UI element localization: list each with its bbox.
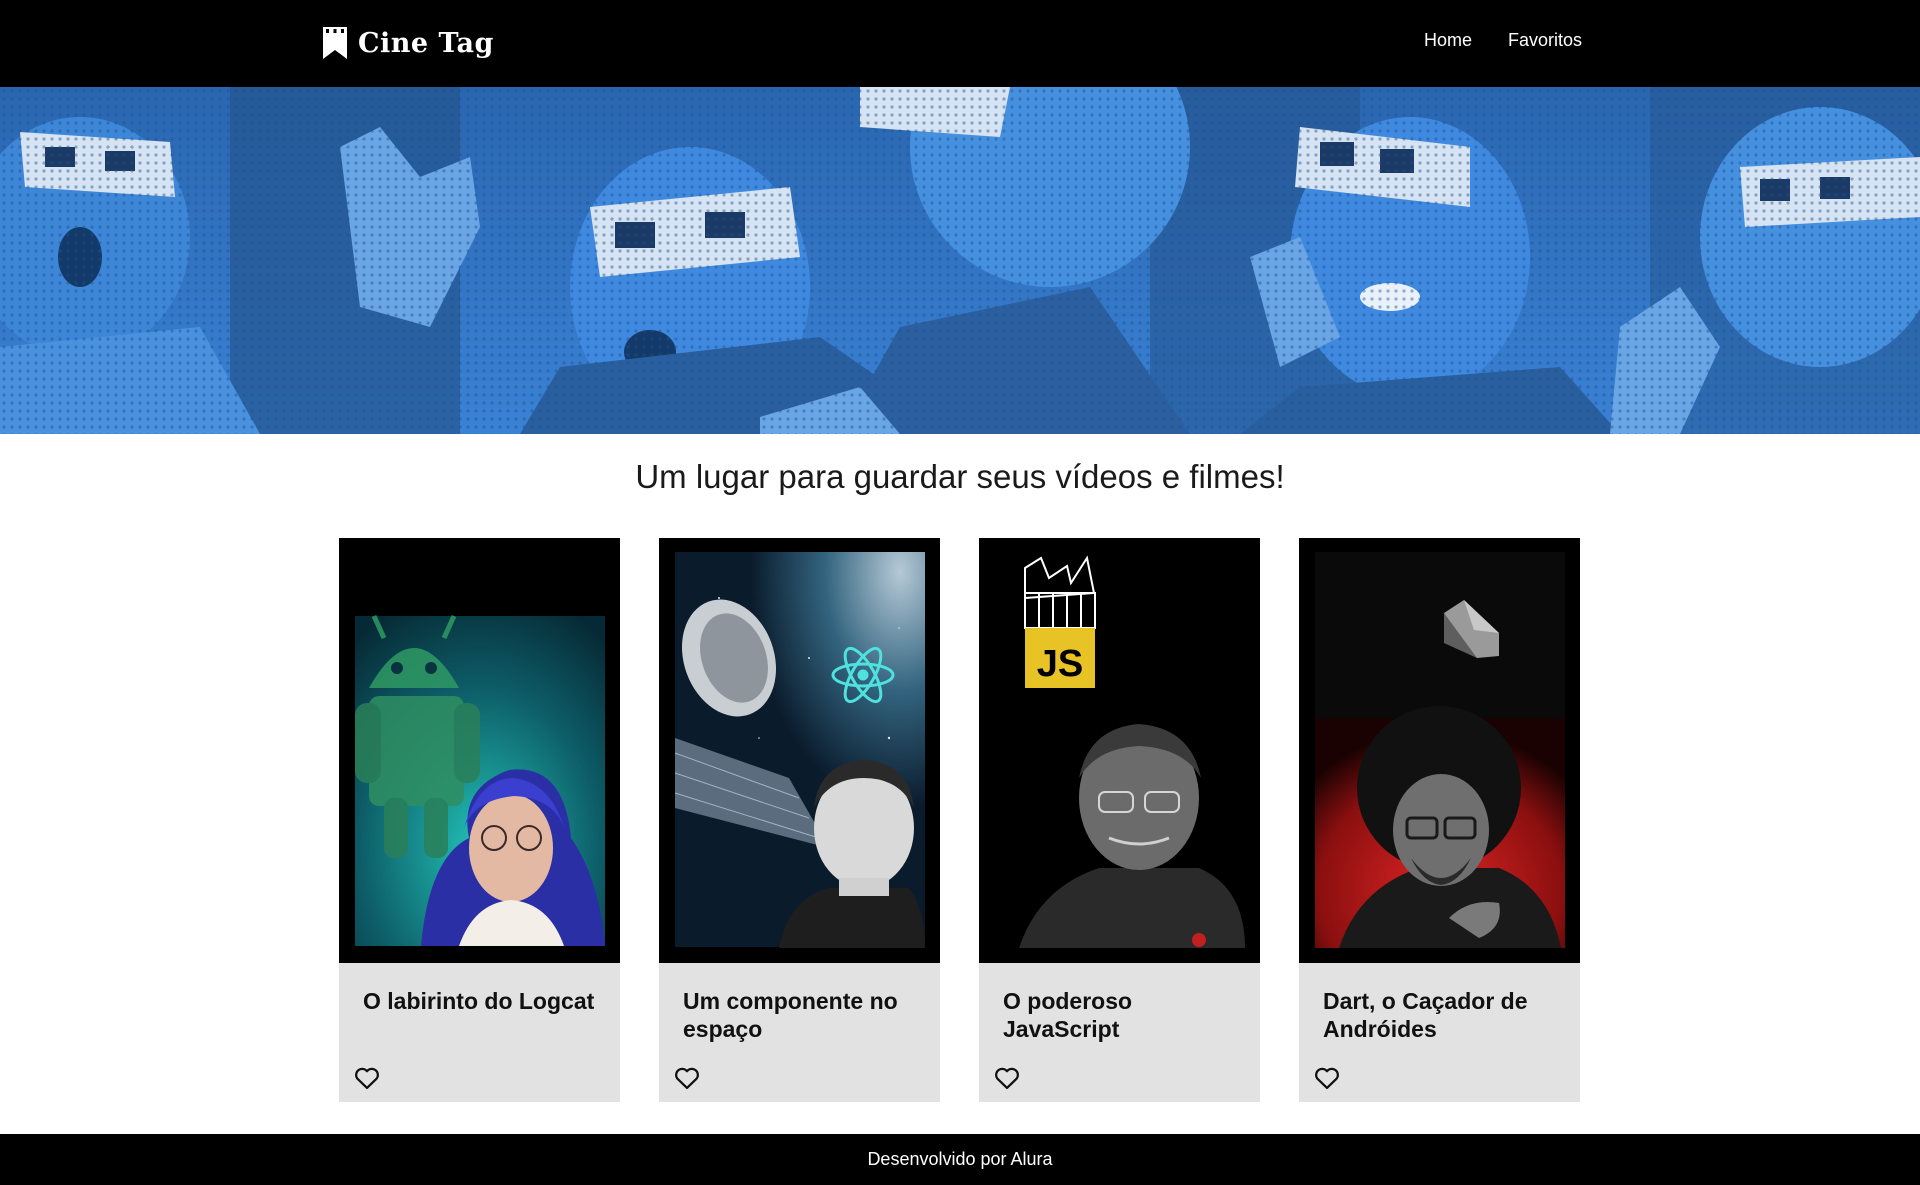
favorite-button[interactable] (353, 1064, 381, 1092)
heart-outline-icon (355, 1067, 379, 1090)
main-nav: Home Favoritos (1424, 30, 1582, 51)
card-title: O labirinto do Logcat (363, 988, 595, 1014)
logo[interactable]: Cine Tag (322, 24, 494, 62)
heart-outline-icon (995, 1067, 1019, 1090)
video-card[interactable]: JS O poderoso JavaScript (979, 538, 1260, 1102)
favorite-button[interactable] (1313, 1064, 1341, 1092)
site-footer: Desenvolvido por Alura (0, 1134, 1920, 1185)
video-poster[interactable] (339, 538, 620, 963)
banner-image (0, 87, 1920, 434)
favorite-button[interactable] (993, 1064, 1021, 1092)
card-body: Um componente no espaço (659, 963, 940, 1102)
card-title: Um componente no espaço (683, 988, 898, 1042)
card-title: Dart, o Caçador de Andróides (1323, 988, 1528, 1042)
video-poster[interactable] (1299, 538, 1580, 963)
card-title: O poderoso JavaScript (1003, 988, 1133, 1042)
bookmark-film-icon (323, 27, 347, 59)
site-header: Cine Tag Home Favoritos (0, 0, 1920, 87)
video-poster[interactable]: JS (979, 538, 1260, 963)
nav-home-link[interactable]: Home (1424, 30, 1472, 51)
video-poster[interactable] (659, 538, 940, 963)
video-card[interactable]: Dart, o Caçador de Andróides (1299, 538, 1580, 1102)
logo-text: Cine Tag (358, 27, 494, 59)
svg-text:JS: JS (1037, 643, 1083, 685)
footer-text: Desenvolvido por Alura (867, 1149, 1053, 1169)
favorite-button[interactable] (673, 1064, 701, 1092)
video-card[interactable]: O labirinto do Logcat (339, 538, 620, 1102)
video-card-list: O labirinto do Logcat Um componente no e… (339, 538, 1580, 1102)
heart-outline-icon (1315, 1067, 1339, 1090)
card-body: O labirinto do Logcat (339, 963, 620, 1102)
video-card[interactable]: Um componente no espaço (659, 538, 940, 1102)
heart-outline-icon (675, 1067, 699, 1090)
page-headline: Um lugar para guardar seus vídeos e film… (635, 458, 1285, 495)
nav-favoritos-link[interactable]: Favoritos (1508, 30, 1582, 51)
card-body: O poderoso JavaScript (979, 963, 1260, 1102)
card-body: Dart, o Caçador de Andróides (1299, 963, 1580, 1102)
